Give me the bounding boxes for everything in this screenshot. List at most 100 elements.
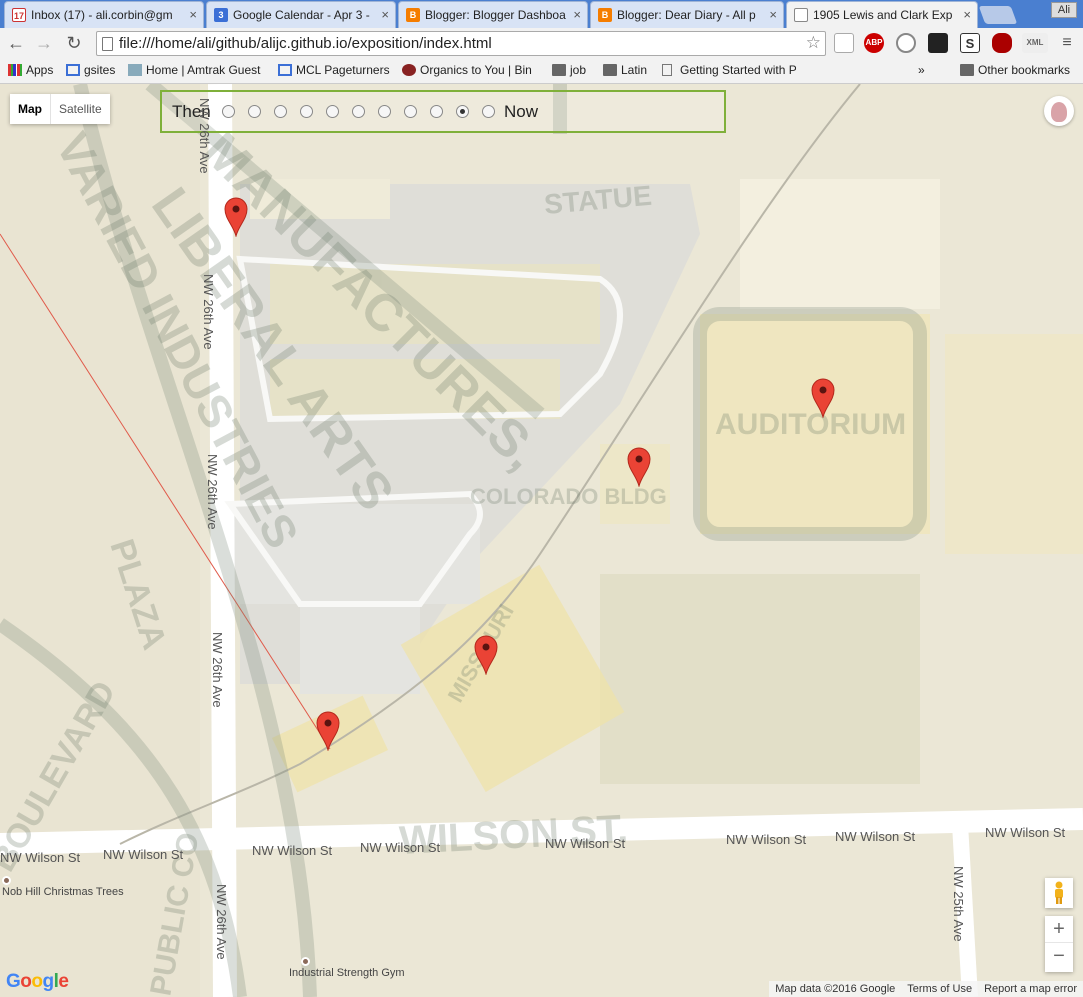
report-error-link[interactable]: Report a map error — [984, 983, 1077, 997]
calendar-icon[interactable] — [834, 33, 854, 53]
close-icon[interactable]: × — [963, 7, 971, 22]
then-now-slider: Then Now — [160, 90, 726, 133]
tab-blogger-diary[interactable]: B Blogger: Dear Diary - All p × — [590, 1, 784, 28]
adblock-icon[interactable]: ABP — [864, 33, 884, 53]
google-logo[interactable]: Google — [6, 971, 69, 993]
slider-radio[interactable] — [352, 105, 365, 118]
slider-radio[interactable] — [222, 105, 235, 118]
bookmark-label: Getting Started with P — [680, 63, 796, 77]
close-icon[interactable]: × — [573, 7, 581, 22]
tab-gmail[interactable]: 17 Inbox (17) - ali.corbin@gm × — [4, 1, 204, 28]
slider-radio[interactable] — [326, 105, 339, 118]
bookmark-label: MCL Pageturners — [296, 63, 390, 77]
poi-gym[interactable]: Industrial Strength Gym — [289, 955, 405, 979]
forward-arrow-icon[interactable]: → — [33, 32, 55, 54]
close-icon[interactable]: × — [769, 7, 777, 22]
bookmark-amtrak[interactable]: Home | Amtrak Guest — [128, 63, 268, 77]
bookmark-job[interactable]: job — [552, 63, 586, 77]
profile-button[interactable]: Ali — [1051, 2, 1077, 18]
zoom-in-button[interactable]: + — [1045, 916, 1073, 943]
folder-icon — [960, 64, 974, 76]
avatar[interactable] — [1044, 96, 1074, 126]
map-footer: Map data ©2016 Google Terms of Use Repor… — [769, 981, 1083, 997]
bookmark-label: job — [570, 63, 587, 77]
bookmark-latin[interactable]: Latin — [603, 63, 647, 77]
page-icon — [102, 37, 113, 51]
street-view-pegman[interactable] — [1045, 878, 1073, 908]
new-tab-button[interactable] — [978, 6, 1018, 24]
address-bar[interactable]: file:///home/ali/github/alijc.github.io/… — [96, 31, 826, 56]
slider-radio[interactable] — [248, 105, 261, 118]
avatar-face-icon — [1051, 102, 1067, 122]
road-label-wilson: NW Wilson St — [252, 843, 333, 858]
bookmark-organics[interactable]: Organics to You | Bin — [402, 63, 536, 77]
close-icon[interactable]: × — [381, 7, 389, 22]
page-icon — [794, 8, 808, 22]
apps-grid-icon — [8, 64, 22, 76]
terms-link[interactable]: Terms of Use — [907, 983, 972, 997]
map-marker-pin[interactable] — [474, 635, 498, 675]
slider-radio[interactable] — [274, 105, 287, 118]
bookmark-label: Home | Amtrak Guest — [146, 63, 261, 77]
slider-radio[interactable] — [430, 105, 443, 118]
organics-icon — [402, 64, 416, 76]
tab-title: Google Calendar - Apr 3 - — [233, 8, 370, 22]
bookmark-getting-started[interactable]: Getting Started with P — [662, 63, 796, 77]
bookmark-other[interactable]: Other bookmarks — [960, 63, 1070, 77]
zoom-out-button[interactable]: − — [1045, 943, 1073, 969]
xml-icon[interactable]: XML — [1022, 33, 1048, 53]
tab-calendar[interactable]: 3 Google Calendar - Apr 3 - × — [206, 1, 396, 28]
overlay-colorado: COLORADO BLDG — [470, 484, 667, 509]
bookmark-star-icon[interactable]: ☆ — [806, 33, 821, 53]
bookmarks-bar: Apps gsites Home | Amtrak Guest MCL Page… — [0, 58, 1083, 84]
road-label-nw25th: NW 25th Ave — [951, 866, 966, 942]
map-marker-pin[interactable] — [224, 197, 248, 237]
poi-marker-icon — [301, 956, 310, 966]
slider-radio[interactable] — [482, 105, 495, 118]
reload-icon[interactable]: ↻ — [63, 32, 85, 54]
bookmark-label: Apps — [26, 63, 54, 77]
tab-blogger-dashboard[interactable]: B Blogger: Blogger Dashboa × — [398, 1, 588, 28]
bookmark-label: Other bookmarks — [978, 63, 1071, 77]
bookmark-label: Organics to You | Bin — [420, 63, 532, 77]
car-icon[interactable] — [992, 33, 1012, 53]
slider-radio[interactable] — [456, 105, 469, 118]
road-label-nw26th: NW 26th Ave — [214, 884, 229, 960]
map-marker-pin[interactable] — [316, 711, 340, 751]
bookmark-apps[interactable]: Apps — [8, 63, 53, 77]
ghost-icon[interactable] — [928, 33, 948, 53]
map-type-map-button[interactable]: Map — [10, 94, 51, 124]
map-data-attribution: Map data ©2016 Google — [775, 983, 896, 995]
bookmark-mcl[interactable]: MCL Pageturners — [278, 63, 390, 77]
menu-icon[interactable]: ≡ — [1056, 32, 1078, 54]
road-label-wilson: NW Wilson St — [835, 829, 916, 844]
back-arrow-icon[interactable]: ← — [5, 32, 27, 54]
tab-exposition[interactable]: 1905 Lewis and Clark Exp × — [786, 1, 978, 28]
folder-icon — [552, 64, 566, 76]
sites-icon — [66, 64, 80, 76]
folder-icon — [603, 64, 617, 76]
bookmarks-overflow-button[interactable]: » — [918, 63, 925, 77]
slider-radio[interactable] — [300, 105, 313, 118]
tab-title: Inbox (17) - ali.corbin@gm — [31, 8, 173, 22]
map-marker-pin[interactable] — [811, 378, 835, 418]
map-type-satellite-button[interactable]: Satellite — [51, 94, 110, 124]
poi-label: Nob Hill Christmas Trees — [2, 886, 124, 898]
map-canvas[interactable]: MANUFACTURES, LIBERAL ARTS VARIED INDUST… — [0, 84, 1083, 997]
tab-title: Blogger: Blogger Dashboa — [425, 8, 566, 22]
slider-radio[interactable] — [404, 105, 417, 118]
address-url: file:///home/ali/github/alijc.github.io/… — [119, 35, 492, 52]
page-icon — [662, 64, 672, 76]
slider-radio[interactable] — [378, 105, 391, 118]
poi-christmas-trees[interactable]: Nob Hill Christmas Trees — [2, 874, 124, 898]
bookmark-label: Latin — [621, 63, 648, 77]
s-icon[interactable]: S — [960, 33, 980, 53]
blogger-icon: B — [598, 8, 612, 22]
close-icon[interactable]: × — [189, 7, 197, 22]
search-icon[interactable] — [896, 33, 916, 53]
road-label-nw26th: NW 26th Ave — [201, 274, 216, 350]
bookmark-gsites[interactable]: gsites — [66, 63, 115, 77]
tab-strip: 17 Inbox (17) - ali.corbin@gm × 3 Google… — [0, 0, 1083, 28]
map-marker-pin[interactable] — [627, 447, 651, 487]
blogger-icon: B — [406, 8, 420, 22]
